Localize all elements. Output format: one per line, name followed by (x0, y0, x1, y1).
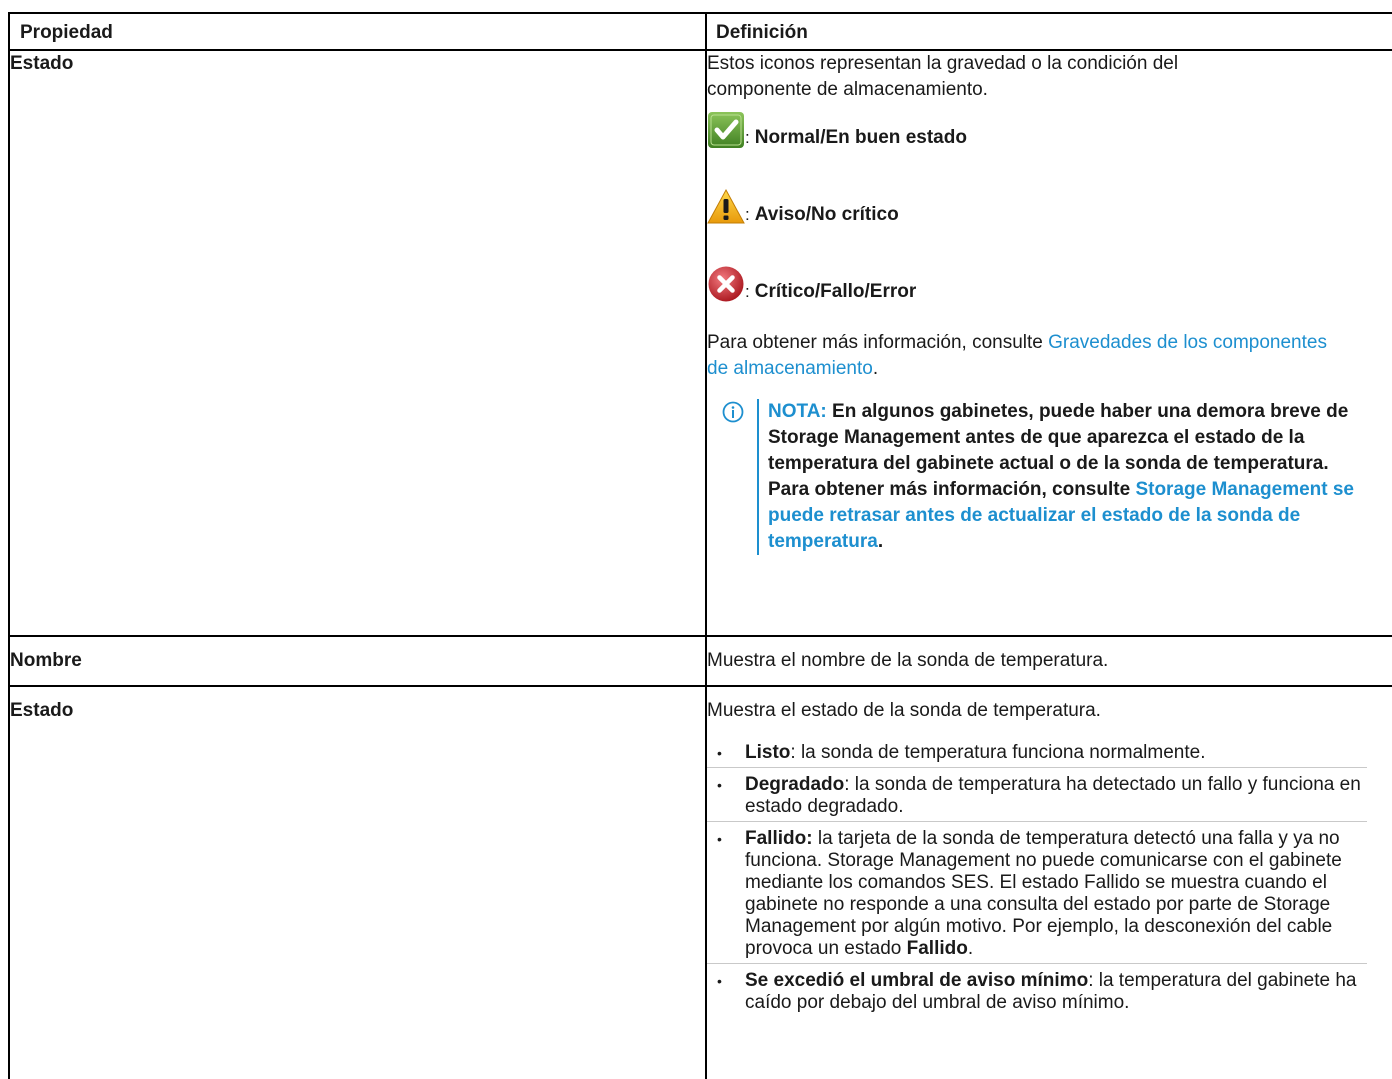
property-cell: Estado (8, 685, 707, 1079)
list-item: • Se excedió el umbral de aviso mínimo: … (707, 963, 1367, 1017)
state-text: : la sonda de temperatura funciona norma… (790, 742, 1206, 763)
list-item: • Fallido: la tarjeta de la sonda de tem… (707, 821, 1367, 963)
note-body: NOTA: En algunos gabinetes, puede haber … (757, 399, 1358, 555)
document-page: Propiedad Definición Estado Estos iconos… (0, 0, 1392, 1079)
definition-cell: Muestra el nombre de la sonda de tempera… (705, 635, 1392, 687)
property-cell: Estado (8, 49, 707, 637)
properties-table: Propiedad Definición Estado Estos iconos… (8, 12, 1392, 1079)
status-separator: : (745, 282, 750, 301)
table-row: Estado Muestra el estado de la sonda de … (8, 685, 1392, 1079)
note-end: . (877, 531, 884, 552)
definition-cell: Estos iconos representan la gravedad o l… (705, 49, 1392, 637)
check-icon (708, 112, 744, 148)
bullet: • (717, 777, 722, 793)
state-term-failed: Fallido (906, 938, 968, 959)
status-intro: Estos iconos representan la gravedad o l… (707, 53, 1179, 100)
definition-cell: Muestra el estado de la sonda de tempera… (705, 685, 1392, 1079)
note-label: NOTA: (768, 401, 827, 422)
header-definition: Definición (705, 12, 1392, 51)
state-term: Degradado (745, 774, 845, 795)
more-info-text: Para obtener más información, consulte (707, 332, 1049, 353)
header-property: Propiedad (8, 12, 707, 51)
status-label-warning: Aviso/No crítico (754, 204, 899, 225)
more-info: Para obtener más información, consulte G… (707, 330, 1327, 382)
status-separator: : (745, 205, 750, 224)
error-icon (708, 266, 744, 302)
warning-icon (707, 188, 745, 224)
note-box: NOTA: En algunos gabinetes, puede haber … (721, 399, 1392, 555)
status-warning: : Aviso/No crítico (707, 186, 1392, 226)
status-critical: : Crítico/Fallo/Error (707, 263, 1392, 303)
status-normal: : Normal/En buen estado (707, 109, 1392, 149)
status-label-normal: Normal/En buen estado (754, 127, 967, 148)
property-cell: Nombre (8, 635, 707, 687)
state-text-end: . (967, 938, 974, 959)
state-term: Listo (745, 742, 791, 763)
name-definition: Muestra el nombre de la sonda de tempera… (707, 650, 1109, 671)
table-row: Estado Estos iconos representan la grave… (8, 49, 1392, 637)
state-text: la tarjeta de la sonda de temperatura de… (745, 828, 1342, 959)
bullet: • (717, 831, 722, 847)
table-header-row: Propiedad Definición (8, 12, 1392, 51)
state-list: • Listo: la sonda de temperatura funcion… (707, 736, 1367, 1017)
list-item: • Degradado: la sonda de temperatura ha … (707, 767, 1367, 821)
more-info-end: . (872, 358, 879, 379)
list-item: • Listo: la sonda de temperatura funcion… (707, 736, 1367, 767)
status-label-critical: Crítico/Fallo/Error (754, 281, 917, 302)
bullet: • (717, 973, 722, 989)
state-intro: Muestra el estado de la sonda de tempera… (707, 700, 1101, 721)
info-icon (722, 401, 744, 423)
table-row: Nombre Muestra el nombre de la sonda de … (8, 635, 1392, 687)
state-term: Se excedió el umbral de aviso mínimo (745, 970, 1089, 991)
state-term: Fallido: (745, 828, 813, 849)
status-separator: : (745, 128, 750, 147)
bullet: • (717, 745, 722, 761)
